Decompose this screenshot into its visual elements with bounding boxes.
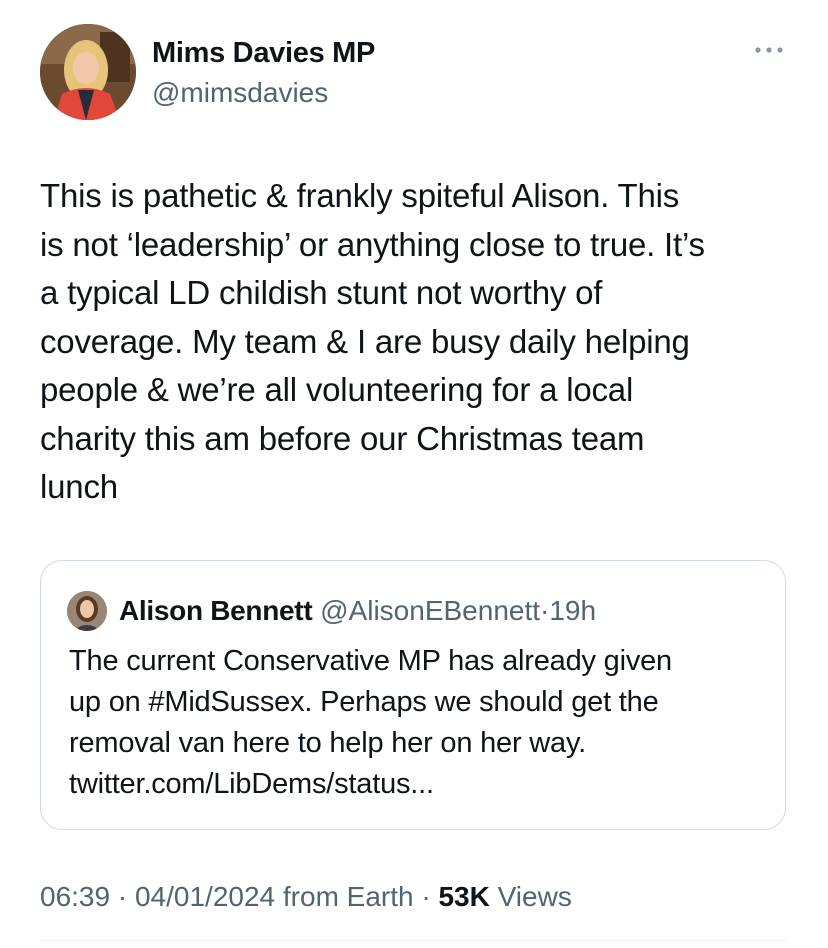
tweet: Mims Davies MP @mimsdavies This is pathe… (0, 0, 828, 948)
meta-separator: · (110, 881, 135, 912)
quoted-tweet-card[interactable]: Alison Bennett @AlisonEBennett·19h The c… (40, 560, 786, 830)
quoted-tweet-time[interactable]: 19h (549, 595, 596, 626)
author-handle[interactable]: @mimsdavies (152, 76, 328, 110)
meta-separator: · (413, 881, 439, 912)
author-name[interactable]: Mims Davies MP (152, 36, 375, 70)
avatar-photo (40, 24, 136, 120)
divider (40, 940, 786, 941)
quoted-tweet-header: Alison Bennett @AlisonEBennett·19h (119, 594, 596, 628)
quoted-tweet-text: The current Conservative MP has already … (69, 645, 672, 800)
quoted-author-avatar (67, 591, 107, 631)
tweet-source: from Earth (275, 881, 414, 912)
more-horizontal-icon[interactable] (752, 40, 786, 60)
tweet-time[interactable]: 06:39 (40, 881, 110, 912)
quoted-author-name[interactable]: Alison Bennett (119, 595, 313, 626)
views-label: Views (489, 881, 572, 912)
quoted-author-handle[interactable]: @AlisonEBennett (320, 595, 540, 626)
author-avatar[interactable] (40, 24, 136, 120)
views-count[interactable]: 53K (438, 881, 489, 912)
tweet-date[interactable]: 04/01/2024 (135, 881, 275, 912)
tweet-meta: 06:39 · 04/01/2024 from Earth · 53K View… (40, 880, 572, 914)
tweet-text: This is pathetic & frankly spiteful Alis… (40, 177, 705, 505)
quoted-separator: · (540, 595, 550, 626)
